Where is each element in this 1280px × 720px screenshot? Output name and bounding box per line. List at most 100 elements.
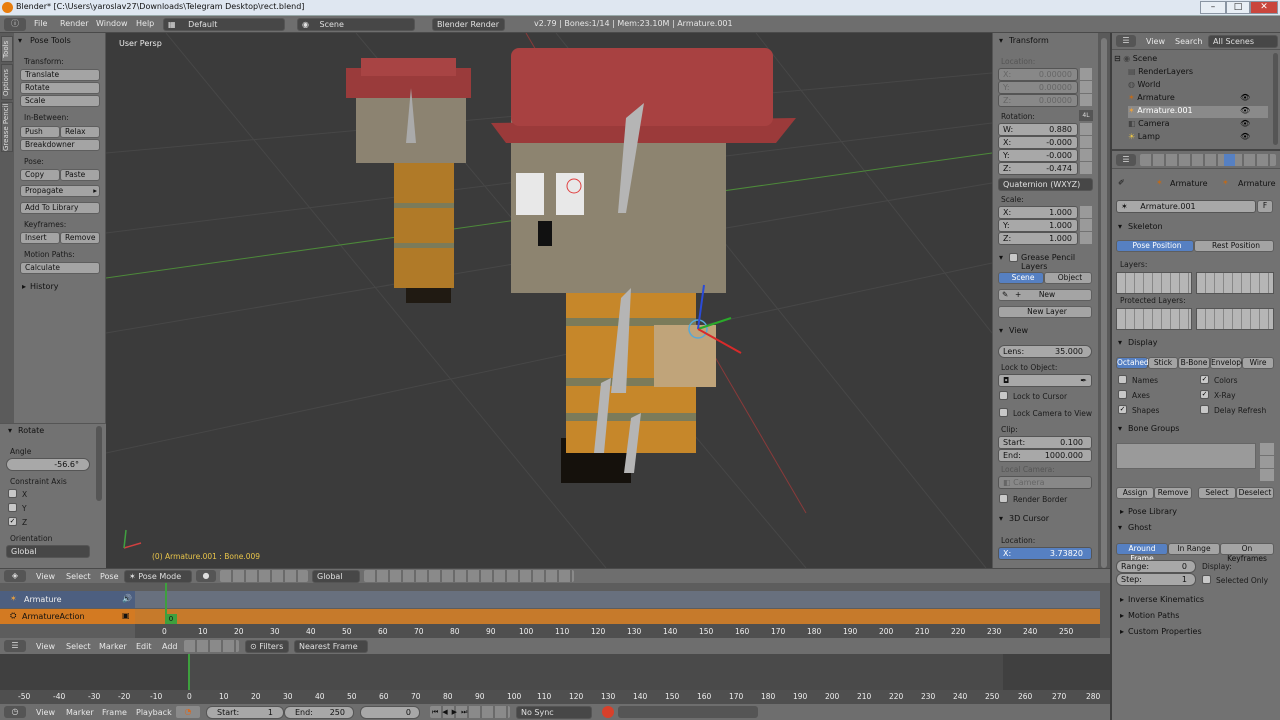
outliner-item[interactable]: ✶ Armature 👁: [1128, 93, 1268, 105]
display-collapse-icon[interactable]: ▾: [1118, 338, 1122, 347]
preview-range-icon[interactable]: ◔: [176, 706, 200, 718]
tl-marker-menu[interactable]: Marker: [66, 708, 94, 717]
npanel-scrollbar[interactable]: [1098, 33, 1110, 568]
menu-file[interactable]: File: [34, 19, 47, 28]
history-expand-icon[interactable]: ▸: [22, 282, 26, 291]
rest-position-button[interactable]: Rest Position: [1194, 240, 1274, 252]
info-editor-icon[interactable]: ⓘ: [4, 18, 26, 31]
render-engine-selector[interactable]: Blender Render: [432, 18, 505, 31]
deselect-button[interactable]: Deselect: [1236, 487, 1274, 499]
dopesheet-current-frame[interactable]: 0: [165, 614, 177, 624]
gp-collapse-icon[interactable]: ▾: [999, 253, 1003, 262]
xray-checkbox[interactable]: ✓: [1200, 390, 1209, 399]
outliner-editor-icon[interactable]: ☰: [1116, 35, 1136, 47]
end-frame-field[interactable]: End: 250: [284, 706, 354, 719]
action-options-icon[interactable]: ▣: [122, 611, 130, 620]
history-title[interactable]: History: [30, 282, 58, 291]
outliner-view-menu[interactable]: View: [1146, 37, 1165, 46]
angle-field[interactable]: -56.6°: [6, 458, 90, 471]
outliner-item[interactable]: ▤ RenderLayers: [1128, 67, 1268, 79]
context-tab-icons[interactable]: [1140, 154, 1276, 166]
rotation-4l-toggle[interactable]: 4L: [1079, 110, 1093, 121]
ik-expand-icon[interactable]: ▸: [1120, 595, 1124, 604]
location-lock-icon[interactable]: [1080, 68, 1092, 107]
minimize-icon[interactable]: –: [1200, 1, 1226, 14]
armature-name-field[interactable]: ✶ Armature.001: [1116, 200, 1256, 213]
axis-z-checkbox[interactable]: ✓: [8, 517, 17, 526]
start-frame-field[interactable]: Start: 1: [206, 706, 284, 719]
location-x-field[interactable]: X: 0.00000: [998, 68, 1078, 81]
scene-selector[interactable]: ◉ Scene: [297, 18, 415, 31]
display-octahedral-button[interactable]: Octahed: [1116, 357, 1149, 369]
bone-groups-add-remove-icon[interactable]: [1260, 443, 1274, 481]
remove-button[interactable]: Remove: [1154, 487, 1192, 499]
lock-camera-checkbox[interactable]: [999, 408, 1008, 417]
ds-add-menu[interactable]: Add: [162, 642, 178, 651]
visibility-eye-icon[interactable]: 👁: [1240, 93, 1250, 102]
tl-frame-menu[interactable]: Frame: [102, 708, 127, 717]
display-stick-button[interactable]: Stick: [1148, 357, 1178, 369]
gp-new-button[interactable]: ✎ + New: [998, 289, 1092, 301]
cursor-x-field[interactable]: X: 3.73820: [998, 547, 1092, 560]
ghost-on-keyframes-button[interactable]: On Keyframes: [1220, 543, 1274, 563]
bone-groups-list[interactable]: [1116, 443, 1256, 469]
properties-editor-icon[interactable]: ☰: [1116, 154, 1136, 166]
custom-props-expand-icon[interactable]: ▸: [1120, 627, 1124, 636]
display-wire-button[interactable]: Wire: [1242, 357, 1274, 369]
filters-dropdown[interactable]: ⊙ Filters: [245, 640, 289, 653]
outliner-item[interactable]: ⊟ ◉ Scene: [1114, 54, 1270, 66]
keying-set-field[interactable]: [618, 706, 758, 718]
translate-button[interactable]: Translate: [20, 69, 100, 81]
render-border-checkbox[interactable]: [999, 494, 1008, 503]
calculate-button[interactable]: Calculate: [20, 262, 100, 274]
ds-edit-menu[interactable]: Edit: [136, 642, 152, 651]
insert-keyframe-button[interactable]: Insert: [20, 232, 60, 244]
paste-button[interactable]: Paste: [60, 169, 100, 181]
cursor-collapse-icon[interactable]: ▾: [999, 514, 1003, 523]
copy-button[interactable]: Copy: [20, 169, 60, 181]
location-z-field[interactable]: Z: 0.00000: [998, 94, 1078, 107]
scale-button[interactable]: Scale: [20, 95, 100, 107]
tab-tools[interactable]: Tools: [1, 36, 13, 62]
pose-tools-collapse-icon[interactable]: ▾: [18, 36, 22, 45]
menu-render[interactable]: Render: [60, 19, 88, 28]
ghost-in-range-button[interactable]: In Range: [1168, 543, 1220, 555]
dopesheet-action-row[interactable]: [135, 609, 1100, 624]
interaction-mode-dropdown[interactable]: ✶ Pose Mode: [124, 570, 192, 583]
pose-library-expand-icon[interactable]: ▸: [1120, 507, 1124, 516]
outliner-item-selected[interactable]: ✶ Armature.001 👁: [1128, 106, 1268, 118]
delay-refresh-checkbox[interactable]: [1200, 405, 1209, 414]
selected-only-checkbox[interactable]: [1202, 575, 1211, 584]
transform-orientation-dropdown[interactable]: Global: [312, 570, 360, 583]
select-menu[interactable]: Select: [66, 572, 91, 581]
pose-position-button[interactable]: Pose Position: [1116, 240, 1194, 252]
rotation-y-field[interactable]: Y: -0.000: [998, 149, 1078, 162]
outliner-display-dropdown[interactable]: All Scenes: [1208, 35, 1278, 48]
add-to-library-button[interactable]: Add To Library: [20, 202, 100, 214]
fake-user-button[interactable]: F: [1257, 200, 1273, 213]
lens-field[interactable]: Lens: 35.000: [998, 345, 1092, 358]
orientation-dropdown[interactable]: Global: [6, 545, 90, 558]
breadcrumb-object[interactable]: Armature: [1170, 179, 1208, 188]
scale-x-field[interactable]: X: 1.000: [998, 206, 1078, 219]
pin-icon[interactable]: ✐: [1118, 178, 1125, 187]
close-icon[interactable]: ✕: [1250, 1, 1278, 14]
dopesheet-summary-row[interactable]: [135, 591, 1100, 608]
motion-paths-expand-icon[interactable]: ▸: [1120, 611, 1124, 620]
shapes-checkbox[interactable]: ✓: [1118, 405, 1127, 414]
channel-armature[interactable]: ✶ Armature 🔊: [0, 591, 135, 608]
transform-collapse-icon[interactable]: ▾: [999, 36, 1003, 45]
channel-armature-action[interactable]: ⛭ ArmatureAction ▣: [0, 609, 135, 624]
pose-menu[interactable]: Pose: [100, 572, 119, 581]
menu-window[interactable]: Window: [96, 19, 128, 28]
new-layer-button[interactable]: New Layer: [998, 306, 1092, 318]
ds-select-menu[interactable]: Select: [66, 642, 91, 651]
layer-and-snap-icons[interactable]: [364, 570, 574, 582]
lock-to-cursor-checkbox[interactable]: [999, 391, 1008, 400]
lock-object-field[interactable]: ◘ ✒: [998, 374, 1092, 387]
axes-checkbox[interactable]: [1118, 390, 1127, 399]
dopesheet-frame-ruler[interactable]: 0 10 20 30 40 50 60 70 80 90 100 110 120…: [135, 624, 1100, 638]
ds-marker-menu[interactable]: Marker: [99, 642, 127, 651]
view-collapse-icon[interactable]: ▾: [999, 326, 1003, 335]
protected-layers-grid-2[interactable]: [1196, 308, 1274, 330]
